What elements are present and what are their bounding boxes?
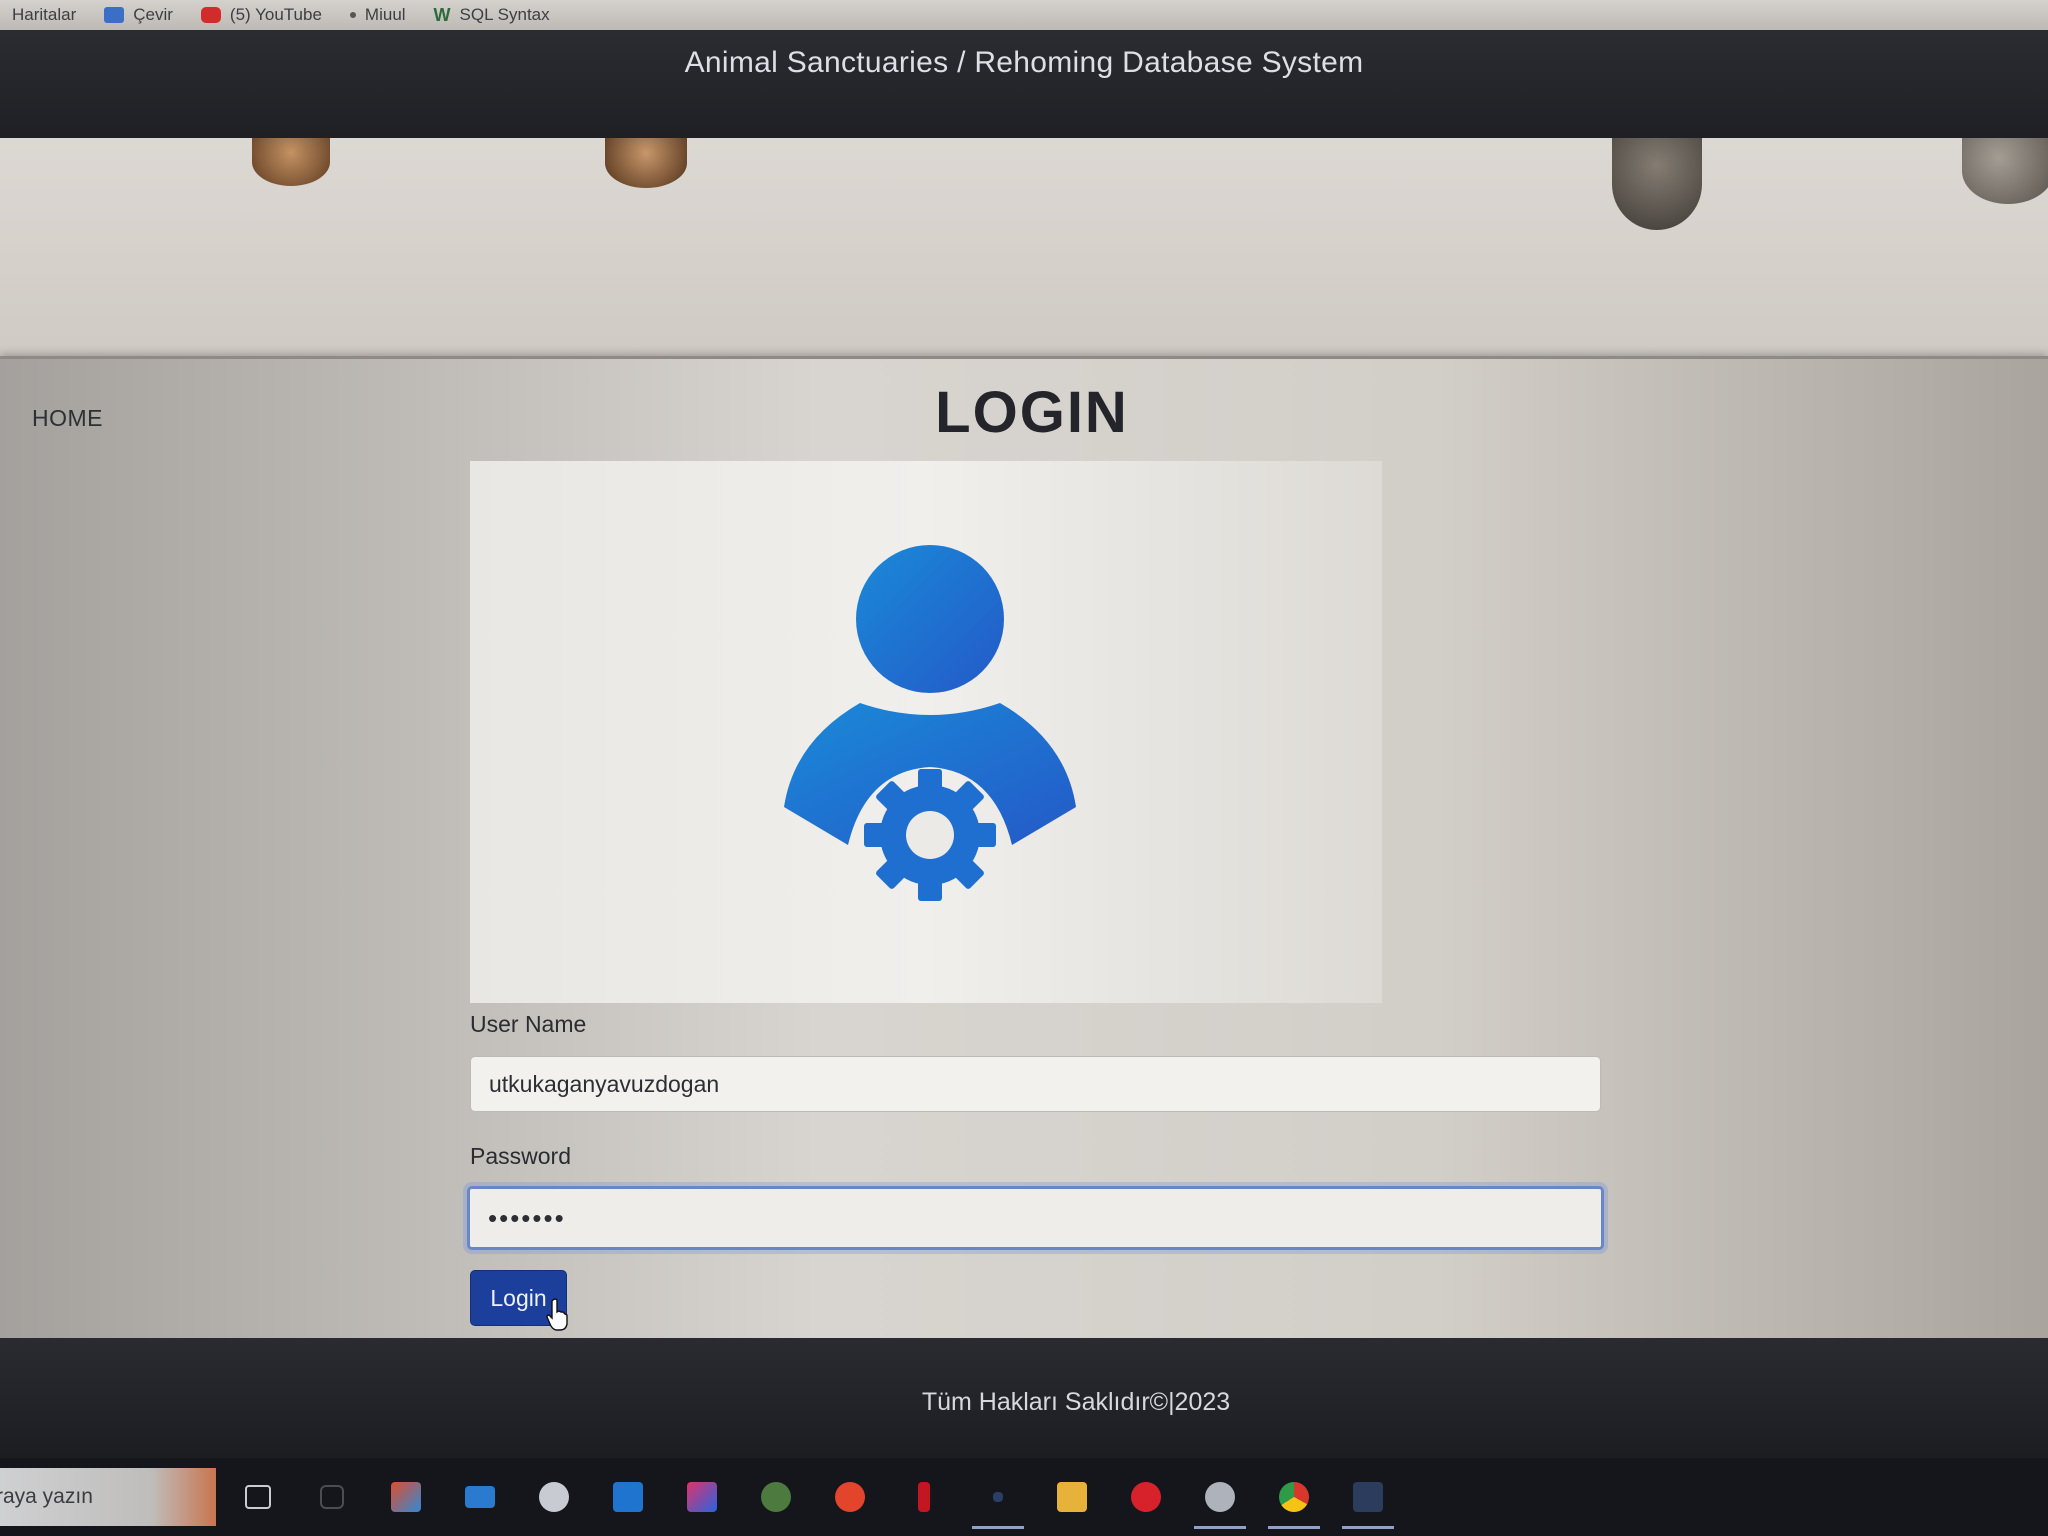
screen: Haritalar Çevir (5) YouTube Miuul W SQL … (0, 0, 2048, 1536)
site-footer: Tüm Hakları Saklıdır©|2023 (0, 1338, 2048, 1458)
opera-icon[interactable] (1128, 1479, 1164, 1515)
paw-image (1962, 138, 2048, 204)
bookmark-label: Miuul (364, 5, 406, 24)
task-view-icon[interactable] (240, 1479, 276, 1515)
site-header: Animal Sanctuaries / Rehoming Database S… (0, 30, 2048, 138)
terminal-icon[interactable] (832, 1479, 868, 1515)
store-icon[interactable] (388, 1479, 424, 1515)
bookmark-label: Çevir (133, 5, 173, 24)
paw-image (252, 138, 330, 186)
miuul-icon (349, 12, 356, 18)
bookmark-maps[interactable]: Haritalar (12, 5, 76, 25)
paw-image (1612, 138, 1702, 230)
page-title: LOGIN (935, 380, 1129, 445)
netflix-icon[interactable] (906, 1479, 942, 1515)
mysql-workbench-icon[interactable] (1342, 1479, 1394, 1529)
bookmark-miuul[interactable]: Miuul (349, 5, 406, 25)
steam-icon[interactable] (536, 1479, 572, 1515)
taskbar-apps (240, 1479, 1394, 1529)
bookmark-label: Haritalar (12, 5, 77, 24)
youtube-icon (200, 7, 221, 23)
password-input[interactable] (467, 1186, 1604, 1250)
password-label: Password (470, 1143, 571, 1169)
intellij-icon[interactable] (684, 1479, 720, 1515)
shield-app-icon[interactable] (758, 1479, 794, 1515)
bookmark-label: SQL Syntax (459, 5, 550, 24)
translate-icon (104, 7, 125, 23)
bookmark-label: (5) YouTube (229, 5, 322, 24)
hand-cursor-icon (546, 1298, 568, 1331)
file-explorer-icon[interactable] (1054, 1479, 1090, 1515)
site-title: Animal Sanctuaries / Rehoming Database S… (684, 46, 1364, 79)
footer-copyright: Tüm Hakları Saklıdır©|2023 (921, 1388, 1231, 1416)
username-label: User Name (470, 1011, 587, 1037)
hero-banner (0, 138, 2048, 358)
taskbar-search-box[interactable]: raya yazın (0, 1468, 216, 1526)
cortana-icon[interactable] (314, 1479, 350, 1515)
taskbar-search-text: raya yazın (0, 1485, 93, 1508)
bookmarks-bar: Haritalar Çevir (5) YouTube Miuul W SQL … (0, 0, 2048, 30)
chrome-icon[interactable] (1268, 1479, 1320, 1529)
paw-image (605, 138, 687, 188)
settings-icon[interactable] (1194, 1479, 1246, 1529)
bookmark-translate[interactable]: Çevir (104, 5, 173, 25)
app-icon[interactable] (972, 1479, 1024, 1529)
w3schools-icon: W (433, 4, 451, 25)
taskbar: raya yazın (0, 1458, 2048, 1536)
bookmark-youtube[interactable]: (5) YouTube (200, 5, 322, 25)
mail-icon[interactable] (462, 1479, 498, 1515)
avatar-panel (470, 461, 1382, 1003)
bookmark-sql-syntax[interactable]: W SQL Syntax (434, 5, 550, 26)
username-input[interactable] (470, 1056, 1601, 1112)
main-panel: HOME LOGIN User Name utkukaganyavuzdogan… (0, 356, 2048, 1341)
vscode-icon[interactable] (610, 1479, 646, 1515)
admin-user-icon (784, 545, 1076, 901)
